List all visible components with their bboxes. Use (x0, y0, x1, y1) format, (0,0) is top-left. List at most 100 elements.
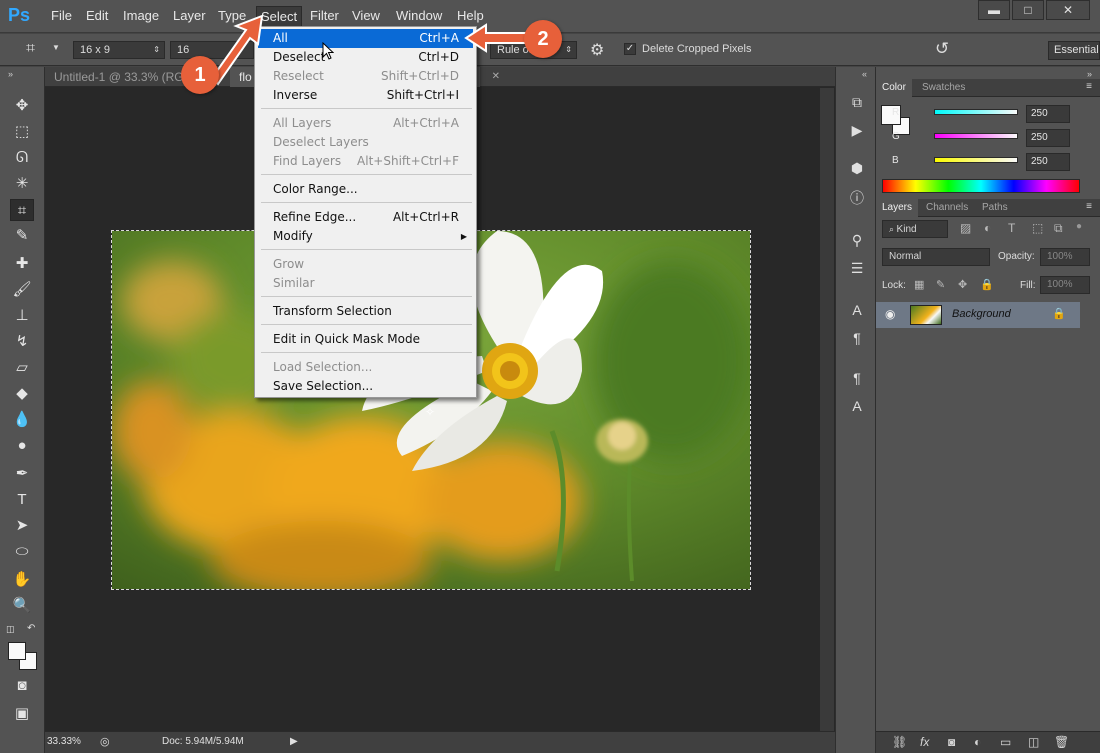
adjustments-icon[interactable]: ☰ (846, 257, 868, 279)
menu-separator (261, 296, 472, 297)
opacity-input[interactable]: 100% (1040, 248, 1090, 266)
fill-label: Fill: (1020, 280, 1036, 291)
fill-input[interactable]: 100% (1040, 276, 1090, 294)
menu-item-label: Find Layers (273, 154, 342, 168)
layer-thumbnail (910, 305, 942, 325)
filter-toggle-icon[interactable]: ● (1076, 221, 1082, 232)
callout-badge-2: 2 (524, 20, 562, 58)
blend-mode-dropdown[interactable]: Normal (882, 248, 990, 266)
layer-row[interactable]: ◉ Background 🔒 (876, 302, 1080, 328)
path-selection-tool-icon[interactable]: ➤ (10, 515, 34, 537)
menu-item-quick-mask[interactable]: Edit in Quick Mask Mode (258, 330, 473, 349)
crop-tool-icon[interactable]: ⌗ (10, 199, 34, 221)
paragraph-styles-icon[interactable]: ¶ (846, 367, 868, 389)
filter-smart-object-icon[interactable]: ⧉ (1054, 221, 1063, 236)
lock-all-icon[interactable]: 🔒 (980, 278, 994, 291)
add-mask-icon[interactable]: ◙ (948, 735, 955, 749)
menu-separator (261, 352, 472, 353)
arrow-2-icon (464, 23, 531, 53)
foreground-color-swatch[interactable] (8, 642, 26, 660)
ellipse-tool-icon[interactable]: ⬭ (10, 541, 34, 563)
eyedropper-tool-icon[interactable]: ✎ (10, 225, 34, 247)
pen-tool-icon[interactable]: ✒ (10, 463, 34, 485)
lock-transparent-icon[interactable]: ▦ (914, 278, 924, 291)
eraser-tool-icon[interactable]: ▱ (10, 357, 34, 379)
filter-adjustment-icon[interactable]: ◐ (984, 221, 991, 235)
brushes-icon[interactable]: ⚲ (846, 229, 868, 251)
character-icon[interactable]: A (846, 299, 868, 321)
lock-image-icon[interactable]: ✎ (936, 278, 945, 291)
dodge-tool-icon[interactable]: ● (10, 435, 34, 457)
menu-item-refine-edge[interactable]: Refine Edge... Alt+Ctrl+R (258, 208, 473, 227)
menu-item-modify[interactable]: Modify ▶ (258, 227, 473, 246)
menu-item-load-selection[interactable]: Load Selection... (258, 358, 473, 377)
zoom-level[interactable]: 33.33% (47, 732, 81, 752)
tab-layers[interactable]: Layers (876, 199, 919, 217)
panel-menu-icon[interactable]: ≡ (1086, 201, 1092, 212)
menu-item-label: Color Range... (273, 182, 358, 196)
healing-brush-tool-icon[interactable]: ✚ (10, 253, 34, 275)
zoom-tool-icon[interactable]: 🔍 (10, 595, 34, 617)
menu-item-label: Refine Edge... (273, 210, 357, 224)
hand-tool-icon[interactable]: ✋ (10, 569, 34, 591)
paragraph-icon[interactable]: ¶ (846, 327, 868, 349)
blue-slider-row: B 250 (876, 151, 1100, 173)
color-spectrum[interactable] (882, 179, 1080, 193)
character-styles-icon[interactable]: A (846, 395, 868, 417)
default-colors-icon[interactable]: ◫ (6, 624, 15, 635)
actions-icon[interactable]: ▶ (846, 119, 868, 141)
new-layer-icon[interactable]: ◫ (1028, 735, 1039, 749)
new-group-icon[interactable]: ▭ (1000, 735, 1011, 749)
green-slider[interactable] (934, 133, 1018, 139)
status-menu-icon[interactable]: ▶ (290, 732, 298, 752)
blue-value[interactable]: 250 (1026, 153, 1070, 171)
filter-pixel-icon[interactable]: ▨ (960, 221, 971, 235)
menu-separator (261, 249, 472, 250)
menu-separator (261, 324, 472, 325)
menu-item-label: Grow (273, 257, 305, 271)
paint-bucket-tool-icon[interactable]: ◆ (10, 383, 34, 405)
menu-item-label: Similar (273, 276, 315, 290)
menu-item-deselect-layers[interactable]: Deselect Layers (258, 133, 473, 152)
callout-arrows (210, 14, 531, 86)
lock-icon: 🔒 (1052, 308, 1066, 320)
info-icon[interactable]: ⓘ (846, 187, 868, 209)
vertical-scrollbar[interactable] (820, 88, 834, 731)
panel-dock: « ⧉ ▶ ⬢ ⓘ ⚲ ☰ A ¶ ¶ A (835, 67, 876, 753)
menu-item-color-range[interactable]: Color Range... (258, 180, 473, 199)
menu-item-similar[interactable]: Similar (258, 274, 473, 293)
opacity-label: Opacity: (998, 251, 1035, 262)
menu-item-save-selection[interactable]: Save Selection... (258, 377, 473, 396)
menu-item-find-layers[interactable]: Find Layers Alt+Shift+Ctrl+F (258, 152, 473, 171)
cube-icon[interactable]: ⬢ (846, 157, 868, 179)
green-value[interactable]: 250 (1026, 129, 1070, 147)
lock-position-icon[interactable]: ✥ (958, 278, 967, 291)
adjustment-layer-icon[interactable]: ◐ (974, 735, 981, 749)
menu-item-grow[interactable]: Grow (258, 255, 473, 274)
magic-wand-tool-icon[interactable]: ✳ (10, 173, 34, 195)
type-tool-icon[interactable]: T (10, 489, 34, 511)
share-icon[interactable]: ◎ (100, 732, 110, 752)
layer-filter-dropdown[interactable]: ⌕ Kind (882, 220, 948, 238)
lasso-tool-icon[interactable]: ᘏ (10, 147, 34, 169)
blur-tool-icon[interactable]: 💧 (10, 409, 34, 431)
swap-colors-icon[interactable]: ↶ (27, 623, 35, 634)
link-layers-icon[interactable]: ⛓ (892, 735, 907, 749)
quick-mask-icon[interactable]: ◙ (10, 675, 34, 697)
menu-item-transform-selection[interactable]: Transform Selection (258, 302, 473, 321)
eye-icon[interactable]: ◉ (885, 307, 895, 321)
screen-mode-icon[interactable]: ▣ (10, 703, 34, 725)
blue-slider[interactable] (934, 157, 1018, 163)
tab-channels[interactable]: Channels (920, 199, 974, 217)
filter-type-icon[interactable]: T (1008, 221, 1015, 235)
filter-shape-icon[interactable]: ⬚ (1032, 221, 1043, 235)
history-brush-tool-icon[interactable]: ↯ (10, 331, 34, 353)
blue-label: B (892, 155, 899, 166)
marquee-tool-icon[interactable]: ⬚ (10, 121, 34, 143)
tab-paths[interactable]: Paths (976, 199, 1014, 217)
delete-layer-icon[interactable]: 🗑 (1054, 735, 1069, 749)
layer-name[interactable]: Background (952, 308, 1011, 320)
clone-stamp-tool-icon[interactable]: ⊥ (10, 305, 34, 327)
layer-style-icon[interactable]: fx (920, 735, 929, 749)
brush-tool-icon[interactable]: 🖌 (10, 279, 34, 301)
